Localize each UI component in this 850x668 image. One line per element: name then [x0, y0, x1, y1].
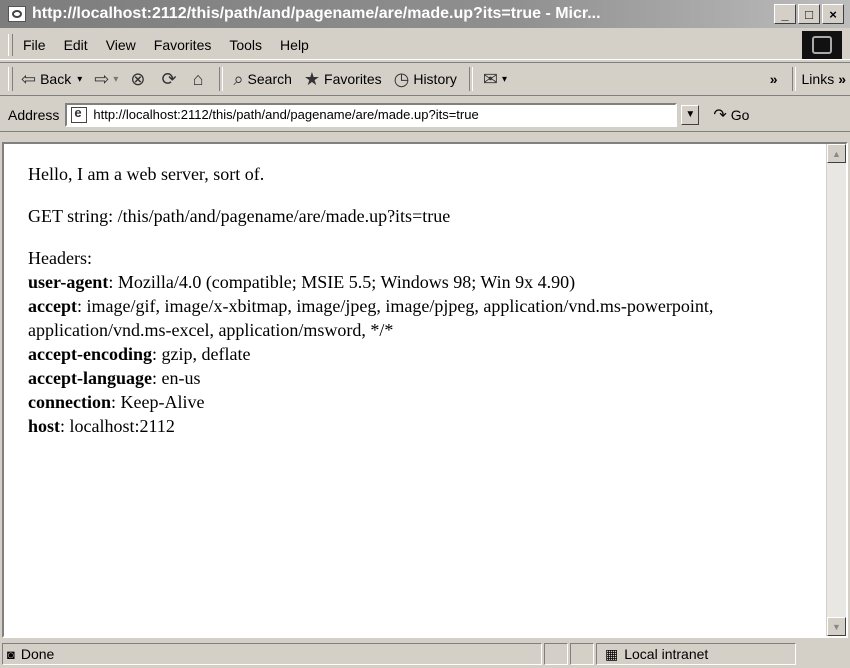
- browser-window: http://localhost:2112/this/path/and/page…: [0, 0, 850, 668]
- header-name: accept-language: [28, 368, 152, 388]
- address-url[interactable]: http://localhost:2112/this/path/and/page…: [93, 107, 478, 122]
- home-icon: ⌂: [192, 68, 204, 89]
- get-string-text: GET string: /this/path/and/pagename/are/…: [28, 206, 451, 226]
- status-bar: ◙ Done ▦ Local intranet: [0, 640, 850, 668]
- headers-label: Headers:: [28, 248, 92, 268]
- menu-view[interactable]: View: [106, 37, 136, 53]
- ie-throbber-logo: [802, 30, 842, 59]
- status-panel: ◙ Done: [2, 643, 542, 665]
- favorites-label: Favorites: [324, 71, 382, 87]
- links-button[interactable]: Links: [802, 71, 835, 87]
- mail-dropdown-icon: ▾: [501, 73, 508, 85]
- window-controls: _ □ ×: [774, 4, 844, 24]
- address-dropdown-icon[interactable]: ▼: [681, 104, 700, 125]
- menu-file[interactable]: File: [23, 37, 46, 53]
- status-security-panel: [570, 643, 594, 665]
- favorites-button[interactable]: ★ Favorites: [304, 69, 382, 90]
- security-zone-panel: ▦ Local intranet: [596, 643, 796, 665]
- mail-icon: ✉: [482, 68, 498, 89]
- page-content: Hello, I am a web server, sort of. GET s…: [2, 142, 848, 638]
- toolbar-grip[interactable]: [8, 33, 13, 56]
- forward-dropdown-icon[interactable]: ▾: [113, 74, 118, 85]
- menu-help[interactable]: Help: [280, 37, 309, 53]
- standard-toolbar: ⇦ Back ▾ ⇨ ▾ ⊗ ⟳ ⌂ ⌕ Search ★ Favorites …: [0, 62, 850, 96]
- header-name: user-agent: [28, 272, 109, 292]
- forward-arrow-icon: ⇨: [94, 68, 110, 89]
- menu-tools[interactable]: Tools: [229, 37, 262, 53]
- links-chevron-icon[interactable]: »: [838, 71, 846, 87]
- header-name: accept-encoding: [28, 344, 152, 364]
- greeting-text: Hello, I am a web server, sort of.: [28, 164, 265, 184]
- back-arrow-icon: ⇦: [21, 68, 37, 89]
- mail-button[interactable]: ✉ ▾: [483, 69, 507, 90]
- vertical-scrollbar[interactable]: ▲ ▼: [826, 144, 846, 636]
- title-bar[interactable]: http://localhost:2112/this/path/and/page…: [0, 0, 850, 28]
- links-toolbar: » Links »: [770, 67, 846, 91]
- header-value: : en-us: [151, 368, 201, 388]
- scroll-down-icon[interactable]: ▼: [827, 617, 846, 636]
- header-line: user-agent: Mozilla/4.0 (compatible; MSI…: [28, 270, 808, 294]
- address-bar: Address http://localhost:2112/this/path/…: [0, 98, 850, 132]
- header-line: accept-language: en-us: [28, 366, 808, 390]
- minimize-button[interactable]: _: [774, 4, 796, 24]
- stop-icon: ⊗: [130, 68, 146, 89]
- menu-favorites[interactable]: Favorites: [154, 37, 212, 53]
- toolbar-grip[interactable]: [8, 67, 13, 91]
- ie-page-icon: [8, 6, 26, 22]
- toolbar-separator: [219, 67, 224, 91]
- menu-edit[interactable]: Edit: [64, 37, 88, 53]
- refresh-icon: ⟳: [161, 68, 177, 89]
- menu-bar: File Edit View Favorites Tools Help: [0, 30, 850, 60]
- history-icon: ◷: [393, 68, 410, 89]
- header-name: accept: [28, 296, 77, 316]
- back-dropdown-icon[interactable]: ▾: [77, 74, 82, 85]
- back-label: Back: [40, 71, 72, 87]
- header-value: : image/gif, image/x-xbitmap, image/jpeg…: [28, 296, 714, 340]
- history-label: History: [413, 71, 457, 87]
- document-body: Hello, I am a web server, sort of. GET s…: [28, 162, 808, 438]
- header-value: : localhost:2112: [60, 416, 175, 436]
- scroll-up-icon[interactable]: ▲: [827, 144, 846, 163]
- header-line: accept-encoding: gzip, deflate: [28, 342, 808, 366]
- search-label: Search: [247, 71, 292, 87]
- header-value: : Keep-Alive: [111, 392, 205, 412]
- maximize-button[interactable]: □: [798, 4, 820, 24]
- header-name: connection: [28, 392, 111, 412]
- toolbar-separator: [468, 67, 473, 91]
- intranet-zone-icon: ▦: [605, 645, 619, 662]
- page-done-icon: ◙: [7, 646, 15, 662]
- status-progress-panel: [544, 643, 568, 665]
- address-label: Address: [8, 106, 60, 123]
- header-line: host: localhost:2112: [28, 414, 808, 438]
- page-icon: [71, 105, 88, 123]
- status-text: Done: [20, 646, 55, 662]
- header-name: host: [28, 416, 61, 436]
- go-arrow-icon: ↷: [713, 106, 727, 124]
- header-line: connection: Keep-Alive: [28, 390, 808, 414]
- forward-button[interactable]: ⇨ ▾: [94, 69, 118, 90]
- search-button[interactable]: ⌕ Search: [233, 69, 291, 90]
- history-button[interactable]: ◷ History: [394, 69, 457, 90]
- header-value: : gzip, deflate: [151, 344, 251, 364]
- toolbar-separator: [791, 67, 796, 91]
- window-title: http://localhost:2112/this/path/and/page…: [32, 5, 601, 22]
- go-button[interactable]: ↷ Go: [713, 105, 749, 125]
- address-input[interactable]: http://localhost:2112/this/path/and/page…: [65, 102, 678, 127]
- header-line: accept: image/gif, image/x-xbitmap, imag…: [28, 294, 808, 342]
- favorites-icon: ★: [303, 68, 321, 89]
- back-button[interactable]: ⇦ Back ▾: [21, 69, 82, 90]
- zone-text: Local intranet: [624, 646, 709, 662]
- header-value: : Mozilla/4.0 (compatible; MSIE 5.5; Win…: [108, 272, 576, 292]
- home-button[interactable]: ⌂: [193, 69, 208, 90]
- refresh-button[interactable]: ⟳: [161, 69, 180, 90]
- go-label: Go: [730, 106, 750, 123]
- toolbar-overflow-chevron-icon[interactable]: »: [770, 71, 778, 87]
- search-icon: ⌕: [233, 68, 244, 89]
- close-button[interactable]: ×: [822, 4, 844, 24]
- stop-button[interactable]: ⊗: [130, 69, 149, 90]
